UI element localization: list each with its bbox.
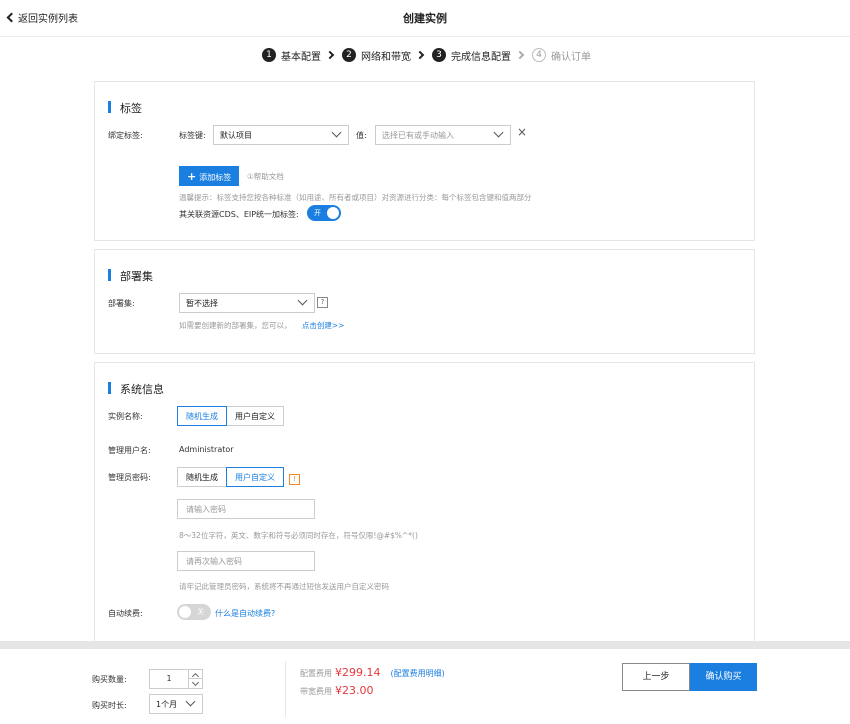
step-basic-config[interactable]: 1 基本配置 — [262, 48, 321, 63]
toggle-knob — [327, 207, 339, 219]
deployset-label: 部署集: — [108, 299, 135, 308]
instance-name-random-option[interactable]: 随机生成 — [177, 406, 227, 426]
admin-user-label: 管理用户名: — [108, 446, 151, 455]
divider — [0, 36, 850, 37]
step-number: 1 — [262, 48, 276, 62]
deployset-hint: 如需要创建新的部署集，您可以， 点击创建>> — [179, 320, 344, 331]
step-label: 基本配置 — [281, 51, 321, 63]
stepper-buttons — [188, 670, 202, 688]
quantity-label: 购买数量: — [92, 675, 127, 684]
close-icon[interactable]: × — [517, 125, 527, 139]
instance-name-toggle: 随机生成 用户自定义 — [177, 406, 284, 426]
create-deployset-link[interactable]: 点击创建>> — [302, 321, 345, 330]
duration-value: 1个月 — [156, 700, 178, 709]
config-fee-detail-link[interactable]: (配置费用明细) — [391, 669, 445, 678]
help-icon[interactable]: ? — [317, 297, 328, 308]
password-input[interactable]: 请输入密码 — [177, 499, 315, 519]
page-title: 创建实例 — [403, 12, 447, 25]
password-note: 请牢记此管理员密码，系统将不再通过短信发送用户自定义密码 — [179, 582, 389, 591]
step-number: 3 — [432, 48, 446, 62]
warning-icon: ! — [289, 474, 300, 485]
top-bar: 返回实例列表 创建实例 — [0, 0, 850, 36]
deployset-select[interactable]: 暂不选择 — [179, 293, 315, 313]
duration-label: 购买时长: — [92, 701, 127, 710]
step-number: 4 — [532, 48, 546, 62]
admin-pwd-label: 管理员密码: — [108, 473, 151, 482]
add-tag-label: 添加标签 — [199, 173, 232, 182]
step-label: 完成信息配置 — [451, 51, 511, 63]
section-title-sysinfo: 系统信息 — [108, 381, 164, 397]
tag-value-label: 值: — [356, 131, 367, 140]
bind-tags-label: 绑定标签: — [108, 131, 143, 140]
tag-key-label: 标签键: — [179, 131, 206, 140]
chevron-right-icon — [515, 50, 525, 60]
pwd-custom-option[interactable]: 用户自定义 — [226, 467, 284, 487]
deployset-hint-text: 如需要创建新的部署集，您可以， — [179, 321, 292, 330]
previous-step-button[interactable]: 上一步 — [622, 663, 690, 691]
chevron-right-icon — [325, 50, 335, 60]
toggle-knob — [179, 606, 191, 618]
deployset-card: 部署集 部署集: 暂不选择 ? 如需要创建新的部署集，您可以， 点击创建>> — [94, 249, 755, 354]
chevron-right-icon — [415, 50, 425, 60]
toggle-on-text: 开 — [314, 209, 321, 217]
config-fee-line: 配置费用 ¥299.14 (配置费用明细) — [300, 666, 445, 679]
password-confirm-input[interactable]: 请再次输入密码 — [177, 551, 315, 571]
duration-select[interactable]: 1个月 — [149, 694, 203, 714]
step-network-bandwidth[interactable]: 2 网络和带宽 — [342, 48, 411, 63]
config-fee-amount: ¥299.14 — [335, 666, 381, 679]
cds-eip-tag-toggle[interactable]: 开 — [307, 205, 341, 221]
instance-name-label: 实例名称: — [108, 412, 143, 421]
deployset-value: 暂不选择 — [186, 299, 218, 308]
step-label: 网络和带宽 — [361, 51, 411, 63]
tag-value-select[interactable]: 选择已有或手动输入 — [375, 125, 511, 145]
order-footer: 购买数量: 1 购买时长: 1个月 配置费用 ¥299.14 (配置费用明细) 带宽… — [0, 649, 850, 724]
tag-key-value: 默认项目 — [220, 131, 252, 140]
quantity-value: 1 — [166, 674, 172, 683]
bandwidth-fee-amount: ¥23.00 — [335, 684, 374, 697]
tag-key-select[interactable]: 默认项目 — [213, 125, 349, 145]
config-fee-label: 配置费用 — [300, 669, 332, 678]
bandwidth-fee-label: 带宽费用 — [300, 687, 332, 696]
sysinfo-card: 系统信息 实例名称: 随机生成 用户自定义 管理用户名: Administrat… — [94, 362, 755, 641]
toggle-off-text: 关 — [197, 608, 204, 616]
confirm-purchase-button[interactable]: 确认购买 — [690, 663, 757, 691]
decrement-icon[interactable] — [189, 679, 202, 688]
step-info-config[interactable]: 3 完成信息配置 — [432, 48, 511, 63]
cds-eip-tag-label: 其关联资源CDS、EIP统一加标签: — [179, 210, 299, 219]
auto-renew-toggle[interactable]: 关 — [177, 604, 211, 620]
increment-icon[interactable] — [189, 670, 202, 679]
chevron-down-icon — [185, 696, 196, 707]
tag-tip: 温馨提示：标签支持您按各种标准（如用途、所有者或项目）对资源进行分类：每个标签包… — [179, 193, 532, 202]
auto-renew-help-link[interactable]: 什么是自动续费? — [215, 608, 275, 619]
progress-steps: 1 基本配置 2 网络和带宽 3 完成信息配置 4 确认订单 — [262, 46, 591, 64]
step-label: 确认订单 — [551, 51, 591, 63]
admin-pwd-toggle: 随机生成 用户自定义 — [177, 467, 284, 487]
add-tag-button[interactable]: + 添加标签 — [179, 166, 240, 186]
chevron-down-icon — [297, 295, 308, 306]
instance-name-custom-option[interactable]: 用户自定义 — [227, 406, 284, 426]
password-rule: 8～32位字符，英文、数字和符号必须同时存在，符号仅限!@#$%^*() — [179, 531, 418, 540]
admin-user-value: Administrator — [179, 445, 234, 454]
plus-icon: + — [187, 170, 197, 183]
step-confirm-order: 4 确认订单 — [532, 48, 591, 63]
divider — [285, 661, 286, 717]
pwd-random-option[interactable]: 随机生成 — [177, 467, 226, 487]
tag-value-placeholder: 选择已有或手动输入 — [382, 131, 454, 140]
horizontal-scrollbar[interactable] — [0, 641, 850, 649]
bandwidth-fee-line: 带宽费用 ¥23.00 — [300, 684, 374, 697]
section-title-tags: 标签 — [108, 100, 142, 116]
step-number: 2 — [342, 48, 356, 62]
quantity-stepper[interactable]: 1 — [149, 669, 203, 689]
chevron-down-icon — [331, 127, 342, 138]
section-title-deployset: 部署集 — [108, 268, 153, 284]
tags-card: 标签 绑定标签: 标签键: 默认项目 值: 选择已有或手动输入 × + 添加标签 … — [94, 81, 755, 241]
chevron-down-icon — [493, 127, 504, 138]
help-doc-link[interactable]: ①帮助文档 — [247, 171, 284, 182]
auto-renew-label: 自动续费: — [108, 609, 143, 618]
